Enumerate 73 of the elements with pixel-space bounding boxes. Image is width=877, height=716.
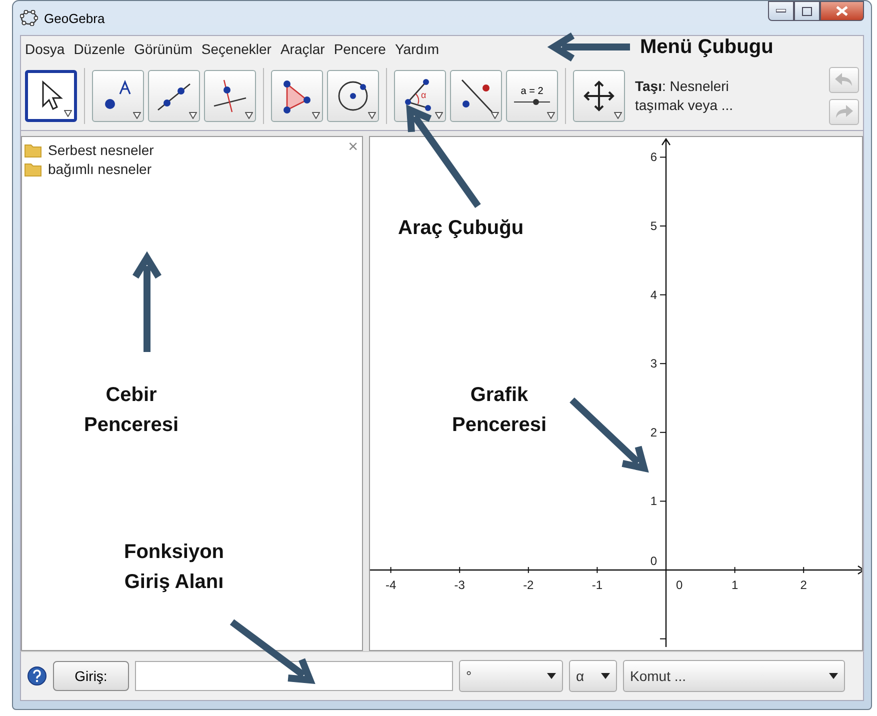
caret-icon [368,112,376,119]
menu-item[interactable]: Seçenekler [201,41,272,57]
symbol-dropdown[interactable]: ° [459,660,563,692]
tool-button[interactable] [148,70,200,122]
tool-button[interactable]: a = 2 [506,70,558,122]
tool-button[interactable] [450,70,502,122]
tool-description: Taşı: Nesneleri taşımak veya ... [635,77,734,115]
menu-item[interactable]: Yardım [394,41,440,57]
x-tick-label: -4 [385,578,396,592]
caret-icon [614,112,622,119]
angle-icon [405,79,431,111]
y-tick-label: 2 [650,425,657,440]
menu-item[interactable]: Düzenle [74,41,126,57]
input-label-button[interactable]: Giriş: [53,661,129,691]
y-tick-label: 3 [650,356,657,371]
x-tick-label: -2 [523,578,534,592]
input-field[interactable] [135,661,453,691]
slider-icon [512,98,552,106]
menu-item[interactable]: Görünüm [134,41,192,57]
tool-button[interactable] [25,70,77,122]
maximize-icon [802,6,812,16]
annotation-label: Cebir Penceresi [84,383,179,438]
menu-item[interactable]: Dosya [25,41,65,57]
y-tick-label: 1 [650,494,657,508]
tree-item[interactable]: bağımlı nesneler [48,160,152,176]
caret-icon [829,673,838,679]
menu-item[interactable]: Araçlar [280,41,325,57]
caret-icon [547,112,555,119]
caret-icon [189,112,197,119]
annotation-label: Grafik Penceresi [452,383,547,438]
greek-letter-dropdown[interactable]: α [569,660,617,692]
slider-tool-label: a = 2 [512,86,552,106]
minimize-button[interactable] [768,1,794,21]
x-tick-label: -1 [592,578,603,592]
x-tick-label: 0 [676,578,683,592]
tool-button[interactable] [92,70,144,122]
tool-button[interactable] [573,70,625,122]
maximize-button[interactable] [794,1,820,21]
y-tick-label: 5 [650,219,657,233]
folder-icon [24,142,42,158]
tool-button[interactable]: α [394,70,446,122]
caret-icon [435,112,443,119]
x-tick-label: 1 [731,578,738,592]
folder-icon [24,160,42,176]
tool-button[interactable] [204,70,256,122]
caret-icon [245,112,253,119]
caret-icon [601,673,610,679]
caret-icon [491,112,499,119]
window-title: GeoGebra [44,10,105,26]
tool-button[interactable] [271,70,323,122]
annotation-label: Araç Çubuğu [398,216,524,241]
y-tick-label: 4 [650,288,657,302]
x-tick-label: -3 [454,578,465,592]
annotation-label: Menü Çubugu [640,35,774,60]
caret-icon [547,673,556,679]
x-tick-label: 2 [800,578,807,592]
y-tick-label: 6 [650,150,657,164]
close-button[interactable]: × [348,137,358,157]
caret-icon [133,112,141,119]
annotation-label: Fonksiyon Giriş Alanı [124,540,224,595]
y-tick-label: 0 [650,554,657,568]
alpha-label: α [421,90,426,100]
caret-icon [312,112,320,119]
help-icon[interactable] [27,666,47,686]
menu-item[interactable]: Pencere [334,41,386,57]
close-button[interactable] [820,1,864,21]
tree-item[interactable]: Serbest nesneler [48,142,154,158]
command-dropdown[interactable]: Komut ... [623,660,845,692]
tool-button[interactable] [327,70,379,122]
app-logo-icon [20,10,38,26]
close-icon [836,6,848,16]
caret-icon [64,110,72,117]
minimize-icon [776,9,786,13]
